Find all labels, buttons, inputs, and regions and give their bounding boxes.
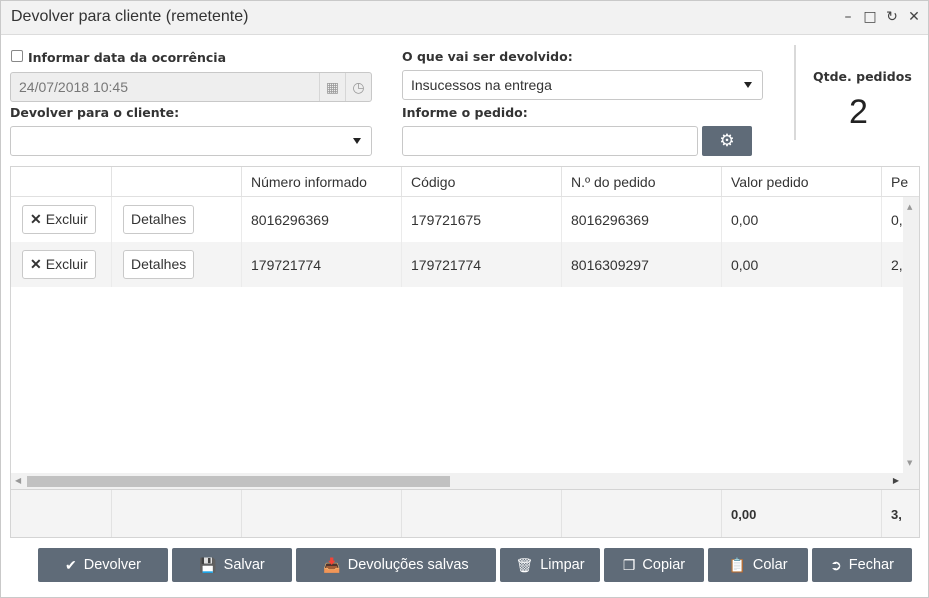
- excluir-label: Excluir: [45, 256, 88, 272]
- total-cell: [562, 490, 722, 537]
- total-cell: [402, 490, 562, 537]
- devolver-button[interactable]: ✔ Devolver: [38, 548, 168, 582]
- sign-out-icon: ➲: [830, 556, 842, 573]
- column-header: [112, 167, 242, 196]
- salvar-label: Salvar: [223, 557, 265, 573]
- total-cell: [112, 490, 242, 537]
- trash-icon: 🗑: [515, 556, 534, 573]
- devolver-cliente-select[interactable]: [10, 126, 372, 156]
- limpar-button[interactable]: 🗑 Limpar: [500, 548, 600, 582]
- grid-totals-row: 0,00 3,: [11, 489, 919, 537]
- cell-codigo: 179721675: [402, 197, 562, 242]
- window-controls: – □ ↻ ✕: [840, 8, 922, 26]
- vertical-scrollbar[interactable]: ▲ ▼: [903, 197, 919, 473]
- date-icons: ▦ ◷: [319, 73, 371, 101]
- excluir-button[interactable]: ✕ Excluir: [22, 205, 96, 234]
- colar-button[interactable]: 📋 Colar: [708, 548, 808, 582]
- row-detail-cell: Detalhes: [112, 242, 242, 287]
- column-header-pe[interactable]: Pe: [882, 167, 919, 196]
- column-header-valor-pedido[interactable]: Valor pedido: [722, 167, 882, 196]
- fechar-label: Fechar: [848, 557, 894, 573]
- row-action-cell: ✕ Excluir: [11, 197, 112, 242]
- cell-valor-pedido: 0,00: [722, 242, 882, 287]
- fechar-button[interactable]: ➲ Fechar: [812, 548, 912, 582]
- informar-data-checkbox[interactable]: [11, 50, 23, 62]
- cell-numero-informado: 8016296369: [242, 197, 402, 242]
- horizontal-scrollbar[interactable]: ◀ ▶: [11, 473, 919, 489]
- scroll-up-icon[interactable]: ▲: [907, 203, 912, 211]
- scroll-right-icon[interactable]: ▶: [893, 476, 899, 485]
- window-title: Devolver para cliente (remetente): [11, 8, 249, 25]
- minimize-icon[interactable]: –: [840, 8, 856, 26]
- informar-data-label: Informar data da ocorrência: [28, 50, 227, 65]
- action-bar: ✔ Devolver 💾 Salvar 📥 Devoluções salvas 🗑 Li…: [38, 548, 912, 582]
- grid-header: Número informado Código N.º do pedido Va…: [11, 167, 919, 197]
- column-header-numero-pedido[interactable]: N.º do pedido: [562, 167, 722, 196]
- table-row: ✕ Excluir Detalhes 179721774 179721774 80…: [11, 242, 919, 287]
- save-icon: 💾: [199, 556, 217, 573]
- devolver-cliente-label: Devolver para o cliente:: [10, 105, 180, 120]
- informe-pedido-label: Informe o pedido:: [402, 105, 528, 120]
- detalhes-label: Detalhes: [131, 256, 187, 272]
- close-icon: ✕: [30, 256, 42, 272]
- row-detail-cell: Detalhes: [112, 197, 242, 242]
- refresh-icon[interactable]: ↻: [884, 8, 900, 26]
- title-bar[interactable]: Devolver para cliente (remetente) – □ ↻ …: [1, 1, 928, 35]
- excluir-button[interactable]: ✕ Excluir: [22, 250, 96, 279]
- paste-icon: 📋: [728, 556, 746, 573]
- scrollbar-thumb[interactable]: [27, 476, 450, 487]
- qtde-pedidos-label: Qtde. pedidos: [813, 69, 912, 84]
- table-row: ✕ Excluir Detalhes 8016296369 179721675 8…: [11, 197, 919, 242]
- copy-icon: ❐: [622, 556, 636, 573]
- inbox-icon: 📥: [323, 556, 341, 573]
- copiar-label: Copiar: [642, 557, 686, 573]
- detalhes-label: Detalhes: [131, 211, 187, 227]
- column-header: [11, 167, 112, 196]
- cell-numero-informado: 179721774: [242, 242, 402, 287]
- excluir-label: Excluir: [45, 211, 88, 227]
- total-pe: 3,: [891, 506, 902, 522]
- check-icon: ✔: [65, 556, 77, 573]
- colar-label: Colar: [752, 557, 788, 573]
- date-field: 24/07/2018 10:45 ▦ ◷: [10, 72, 372, 102]
- orders-grid: Número informado Código N.º do pedido Va…: [10, 166, 920, 538]
- informe-pedido-input[interactable]: [402, 126, 698, 156]
- devolucoes-salvas-button[interactable]: 📥 Devoluções salvas: [296, 548, 496, 582]
- date-value: 24/07/2018 10:45: [19, 79, 128, 95]
- column-header-numero-informado[interactable]: Número informado: [242, 167, 402, 196]
- detalhes-button[interactable]: Detalhes: [123, 250, 195, 279]
- cell-valor-pedido: 0,00: [722, 197, 882, 242]
- qtde-pedidos-value: 2: [849, 93, 868, 131]
- devolucoes-salvas-label: Devoluções salvas: [347, 557, 469, 573]
- cell-numero-pedido: 8016296369: [562, 197, 722, 242]
- gear-icon: ⚙: [719, 131, 735, 151]
- dialog-window: Devolver para cliente (remetente) – □ ↻ …: [0, 0, 929, 598]
- maximize-icon[interactable]: □: [862, 8, 878, 26]
- scroll-down-icon[interactable]: ▼: [907, 459, 912, 467]
- detalhes-button[interactable]: Detalhes: [123, 205, 195, 234]
- chevron-down-icon: [353, 138, 361, 144]
- close-icon: ✕: [30, 211, 42, 227]
- total-valor-pedido: 0,00: [722, 490, 882, 537]
- column-header-codigo[interactable]: Código: [402, 167, 562, 196]
- salvar-button[interactable]: 💾 Salvar: [172, 548, 292, 582]
- oque-devolvido-select[interactable]: Insucessos na entrega: [402, 70, 763, 100]
- cell-codigo: 179721774: [402, 242, 562, 287]
- total-cell: [11, 490, 112, 537]
- copiar-button[interactable]: ❐ Copiar: [604, 548, 704, 582]
- devolver-label: Devolver: [83, 557, 141, 573]
- calendar-icon: ▦: [319, 73, 345, 101]
- scroll-left-icon[interactable]: ◀: [15, 476, 21, 485]
- gear-button[interactable]: ⚙: [702, 126, 752, 156]
- chevron-down-icon: [744, 82, 752, 88]
- close-icon[interactable]: ✕: [906, 8, 922, 26]
- total-cell: [242, 490, 402, 537]
- limpar-label: Limpar: [540, 557, 585, 573]
- clock-icon: ◷: [345, 73, 371, 101]
- row-action-cell: ✕ Excluir: [11, 242, 112, 287]
- cell-numero-pedido: 8016309297: [562, 242, 722, 287]
- oque-devolvido-value: Insucessos na entrega: [411, 77, 552, 93]
- oque-devolvido-label: O que vai ser devolvido:: [402, 49, 573, 64]
